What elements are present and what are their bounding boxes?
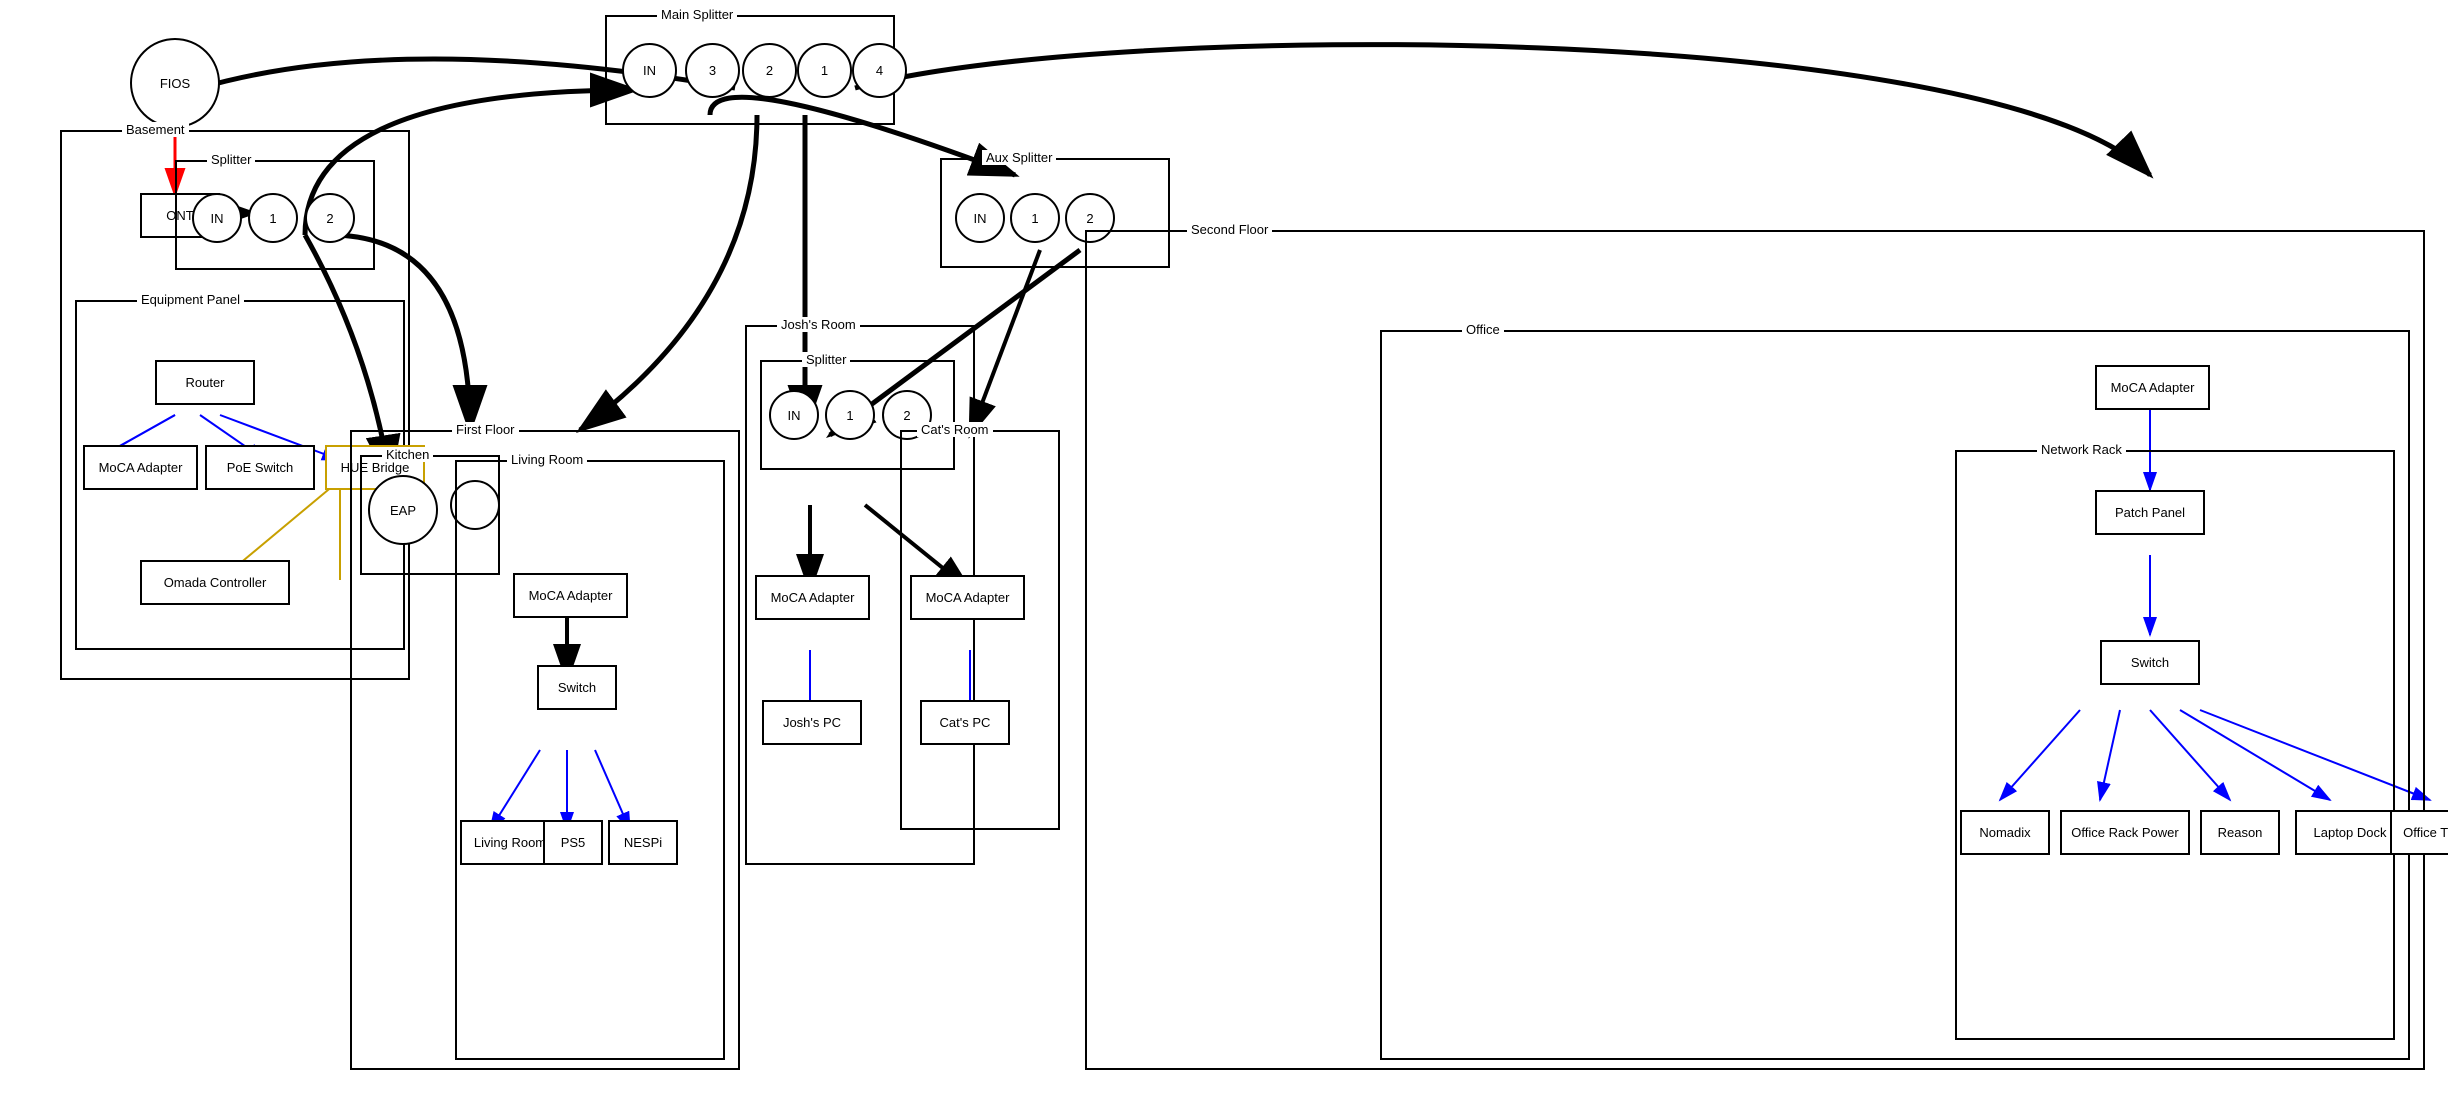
main-3-node: 3: [685, 43, 740, 98]
network-rack-label: Network Rack: [2037, 442, 2126, 457]
main-in-node: IN: [622, 43, 677, 98]
office-tv-label: Office TV: [2403, 825, 2448, 840]
eap-node: EAP: [368, 475, 438, 545]
moca-living-label: MoCA Adapter: [529, 588, 613, 603]
aux-1-label: 1: [1031, 211, 1038, 226]
switch-office-label: Switch: [2131, 655, 2169, 670]
moca-basement-node: MoCA Adapter: [83, 445, 198, 490]
moca-office-node: MoCA Adapter: [2095, 365, 2210, 410]
aux-2-label: 2: [1086, 211, 1093, 226]
aux-in-node: IN: [955, 193, 1005, 243]
second-floor-label: Second Floor: [1187, 222, 1272, 237]
router-label: Router: [185, 375, 224, 390]
josh-sp-in-label: IN: [788, 408, 801, 423]
poe-switch-label: PoE Switch: [227, 460, 293, 475]
moca-cat-node: MoCA Adapter: [910, 575, 1025, 620]
poe-switch-node: PoE Switch: [205, 445, 315, 490]
sp-2-node: 2: [305, 193, 355, 243]
moca-basement-label: MoCA Adapter: [99, 460, 183, 475]
ps5-node: PS5: [543, 820, 603, 865]
moca-josh-label: MoCA Adapter: [771, 590, 855, 605]
main-1-node: 1: [797, 43, 852, 98]
joshs-pc-node: Josh's PC: [762, 700, 862, 745]
reason-node: Reason: [2200, 810, 2280, 855]
main-2-node: 2: [742, 43, 797, 98]
joshs-room-label: Josh's Room: [777, 317, 860, 332]
patch-panel-node: Patch Panel: [2095, 490, 2205, 535]
main-in-label: IN: [643, 63, 656, 78]
living-room-region: Living Room: [455, 460, 725, 1060]
laptop-dock-node: Laptop Dock: [2295, 810, 2405, 855]
cats-pc-label: Cat's PC: [940, 715, 991, 730]
fios-node: FIOS: [130, 38, 220, 128]
moca-office-label: MoCA Adapter: [2111, 380, 2195, 395]
cats-room-label: Cat's Room: [917, 422, 993, 437]
patch-panel-label: Patch Panel: [2115, 505, 2185, 520]
main-1-label: 1: [821, 63, 828, 78]
cats-room-region: Cat's Room: [900, 430, 1060, 830]
first-floor-label: First Floor: [452, 422, 519, 437]
nespi-node: NESPi: [608, 820, 678, 865]
router-node: Router: [155, 360, 255, 405]
basement-label: Basement: [122, 122, 189, 137]
basement-splitter-label: Splitter: [207, 152, 255, 167]
joshs-pc-label: Josh's PC: [783, 715, 841, 730]
living-room-label: Living Room: [507, 452, 587, 467]
aux-in-label: IN: [974, 211, 987, 226]
kitchen-label: Kitchen: [382, 447, 433, 462]
main-2-label: 2: [766, 63, 773, 78]
josh-splitter-label: Splitter: [802, 352, 850, 367]
nespi-label: NESPi: [624, 835, 662, 850]
josh-sp-1-node: 1: [825, 390, 875, 440]
cats-pc-node: Cat's PC: [920, 700, 1010, 745]
main-3-label: 3: [709, 63, 716, 78]
network-rack-region: Network Rack: [1955, 450, 2395, 1040]
josh-sp-2-label: 2: [903, 408, 910, 423]
aux-splitter-label: Aux Splitter: [982, 150, 1056, 165]
sp-1-node: 1: [248, 193, 298, 243]
nomadix-node: Nomadix: [1960, 810, 2050, 855]
sp-in-label: IN: [211, 211, 224, 226]
switch-living-label: Switch: [558, 680, 596, 695]
laptop-dock-label: Laptop Dock: [2314, 825, 2387, 840]
eap-label: EAP: [390, 503, 416, 518]
josh-sp-1-label: 1: [846, 408, 853, 423]
switch-living-node: Switch: [537, 665, 617, 710]
ps5-label: PS5: [561, 835, 586, 850]
main-4-node: 4: [852, 43, 907, 98]
sp-2-label: 2: [326, 211, 333, 226]
moca-living-node: MoCA Adapter: [513, 573, 628, 618]
sp-1-label: 1: [269, 211, 276, 226]
main-4-label: 4: [876, 63, 883, 78]
sp-in-node: IN: [192, 193, 242, 243]
moca-cat-label: MoCA Adapter: [926, 590, 1010, 605]
office-tv-node: Office TV: [2390, 810, 2448, 855]
omada-node: Omada Controller: [140, 560, 290, 605]
moca-josh-node: MoCA Adapter: [755, 575, 870, 620]
josh-sp-in-node: IN: [769, 390, 819, 440]
equipment-panel-label: Equipment Panel: [137, 292, 244, 307]
office-label: Office: [1462, 322, 1504, 337]
switch-office-node: Switch: [2100, 640, 2200, 685]
office-rack-power-node: Office Rack Power: [2060, 810, 2190, 855]
reason-label: Reason: [2218, 825, 2263, 840]
nomadix-label: Nomadix: [1979, 825, 2030, 840]
omada-label: Omada Controller: [164, 575, 267, 590]
fios-label: FIOS: [160, 76, 190, 91]
main-splitter-label: Main Splitter: [657, 7, 737, 22]
office-rack-power-label: Office Rack Power: [2071, 825, 2178, 840]
diagram-container: FIOS Main Splitter IN 3 2 1 4 Basement O…: [0, 0, 2448, 1106]
aux-1-node: 1: [1010, 193, 1060, 243]
